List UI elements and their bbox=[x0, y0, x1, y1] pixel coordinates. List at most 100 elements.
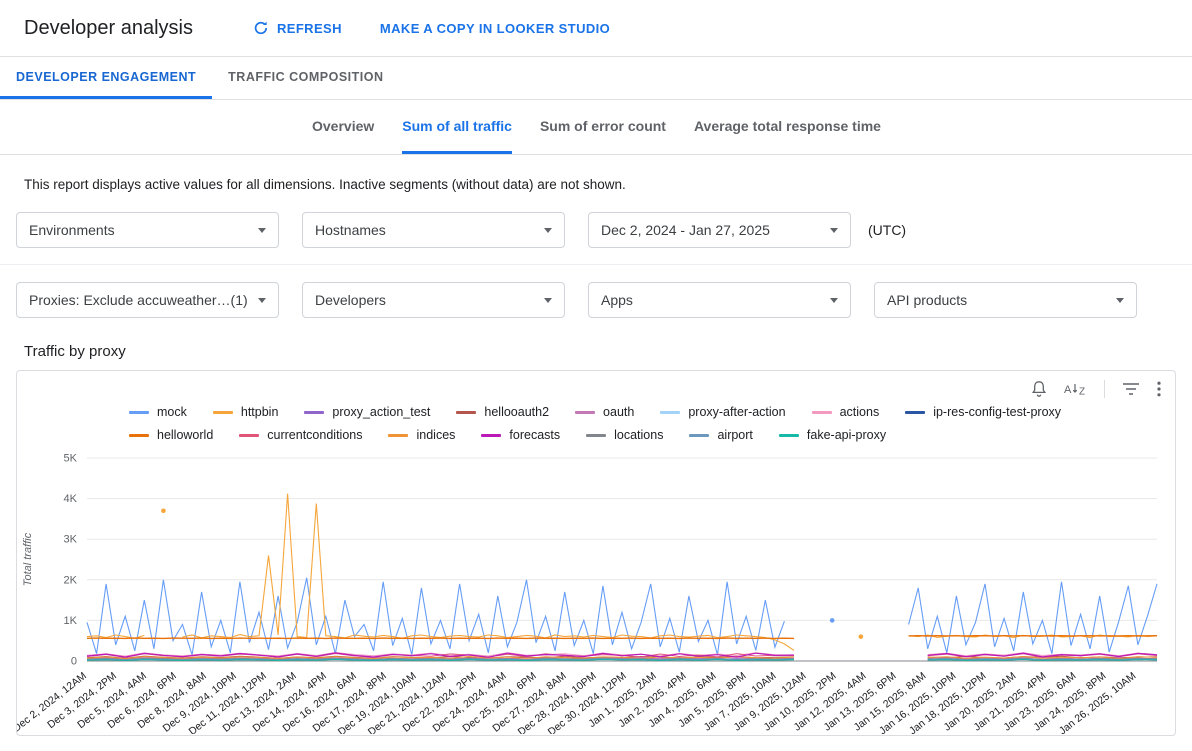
refresh-button[interactable]: REFRESH bbox=[253, 20, 342, 36]
chevron-down-icon bbox=[830, 298, 838, 303]
subtab-overview[interactable]: Overview bbox=[312, 100, 374, 154]
chevron-down-icon bbox=[1116, 298, 1124, 303]
refresh-label: REFRESH bbox=[277, 21, 342, 36]
proxies-dropdown[interactable]: Proxies: Exclude accuweather…(1) bbox=[16, 282, 279, 318]
chevron-down-icon bbox=[258, 228, 266, 233]
legend-label: helloworld bbox=[157, 428, 213, 442]
legend-swatch bbox=[304, 411, 324, 414]
legend-label: airport bbox=[717, 428, 752, 442]
data-point bbox=[161, 508, 166, 513]
legend-swatch bbox=[575, 411, 595, 414]
legend-swatch bbox=[905, 411, 925, 414]
traffic-by-proxy-chart[interactable]: 01K2K3K4K5KTotal trafficDec 2, 2024, 12A… bbox=[17, 444, 1175, 734]
legend-label: actions bbox=[840, 405, 880, 419]
bell-icon[interactable] bbox=[1031, 380, 1047, 398]
page-title: Developer analysis bbox=[24, 17, 193, 40]
filter-row-2: Proxies: Exclude accuweather…(1) Develop… bbox=[0, 265, 1192, 318]
subtab-sum-of-error-count[interactable]: Sum of error count bbox=[540, 100, 666, 154]
series-line-mock bbox=[87, 578, 1157, 655]
api-products-dropdown[interactable]: API products bbox=[874, 282, 1137, 318]
y-tick-label: 3K bbox=[64, 534, 78, 546]
environments-dropdown[interactable]: Environments bbox=[16, 212, 279, 248]
header-actions: REFRESH MAKE A COPY IN LOOKER STUDIO bbox=[253, 20, 610, 36]
refresh-icon bbox=[253, 20, 269, 36]
dropdown-label: Environments bbox=[29, 222, 115, 238]
legend-label: indices bbox=[416, 428, 455, 442]
data-point bbox=[830, 618, 835, 623]
tab-developer-engagement[interactable]: DEVELOPER ENGAGEMENT bbox=[0, 57, 212, 99]
chevron-down-icon bbox=[258, 298, 266, 303]
subtab-average-total-response-time[interactable]: Average total response time bbox=[694, 100, 881, 154]
legend-label: oauth bbox=[603, 405, 634, 419]
legend-label: currentconditions bbox=[267, 428, 362, 442]
data-point bbox=[859, 634, 864, 639]
legend-label: proxy_action_test bbox=[332, 405, 430, 419]
legend-label: proxy-after-action bbox=[688, 405, 785, 419]
legend-item-oauth[interactable]: oauth bbox=[575, 405, 634, 419]
y-tick-label: 4K bbox=[64, 493, 78, 505]
svg-text:Z: Z bbox=[1079, 387, 1085, 398]
y-tick-label: 2K bbox=[64, 574, 78, 586]
legend-swatch bbox=[689, 434, 709, 437]
tab-traffic-composition[interactable]: TRAFFIC COMPOSITION bbox=[212, 57, 417, 99]
dropdown-label: Developers bbox=[315, 292, 386, 308]
more-vert-icon[interactable] bbox=[1157, 381, 1161, 397]
legend-swatch bbox=[456, 411, 476, 414]
sort-az-icon[interactable]: A Z bbox=[1064, 381, 1087, 397]
legend-swatch bbox=[812, 411, 832, 414]
filter-row-1: Environments Hostnames Dec 2, 2024 - Jan… bbox=[0, 192, 1192, 248]
legend-item-currentconditions[interactable]: currentconditions bbox=[239, 428, 362, 442]
svg-text:A: A bbox=[1064, 384, 1072, 396]
legend-item-mock[interactable]: mock bbox=[129, 405, 187, 419]
dropdown-label: Proxies: Exclude accuweather…(1) bbox=[29, 292, 248, 308]
legend-item-actions[interactable]: actions bbox=[812, 405, 880, 419]
legend-swatch bbox=[388, 434, 408, 437]
legend-item-hellooauth2[interactable]: hellooauth2 bbox=[456, 405, 549, 419]
make-copy-link[interactable]: MAKE A COPY IN LOOKER STUDIO bbox=[380, 21, 610, 36]
legend-swatch bbox=[129, 434, 149, 437]
subtab-sum-of-all-traffic[interactable]: Sum of all traffic bbox=[402, 100, 512, 154]
legend-item-proxy_action_test[interactable]: proxy_action_test bbox=[304, 405, 430, 419]
legend-item-forecasts[interactable]: forecasts bbox=[481, 428, 560, 442]
chart-title: Traffic by proxy bbox=[0, 343, 1192, 360]
make-copy-label: MAKE A COPY IN LOOKER STUDIO bbox=[380, 21, 610, 36]
legend-swatch bbox=[779, 434, 799, 437]
dropdown-label: Hostnames bbox=[315, 222, 386, 238]
filter-icon[interactable] bbox=[1122, 382, 1140, 396]
hostnames-dropdown[interactable]: Hostnames bbox=[302, 212, 565, 248]
series-line-httpbin bbox=[87, 494, 1157, 651]
dropdown-label: Apps bbox=[601, 292, 633, 308]
legend-swatch bbox=[660, 411, 680, 414]
legend-swatch bbox=[129, 411, 149, 414]
legend-swatch bbox=[481, 434, 501, 437]
chevron-down-icon bbox=[544, 228, 552, 233]
y-tick-label: 0 bbox=[71, 656, 77, 668]
dropdown-label: Dec 2, 2024 - Jan 27, 2025 bbox=[601, 222, 770, 238]
legend-label: hellooauth2 bbox=[484, 405, 549, 419]
legend-swatch bbox=[239, 434, 259, 437]
legend-item-helloworld[interactable]: helloworld bbox=[129, 428, 213, 442]
legend-item-proxy-after-action[interactable]: proxy-after-action bbox=[660, 405, 785, 419]
dropdown-label: API products bbox=[887, 292, 967, 308]
legend-item-airport[interactable]: airport bbox=[689, 428, 752, 442]
report-notice: This report displays active values for a… bbox=[0, 155, 1192, 192]
apps-dropdown[interactable]: Apps bbox=[588, 282, 851, 318]
legend-label: mock bbox=[157, 405, 187, 419]
legend-item-httpbin[interactable]: httpbin bbox=[213, 405, 279, 419]
legend-item-indices[interactable]: indices bbox=[388, 428, 455, 442]
chart-toolbar: A Z bbox=[1031, 380, 1161, 398]
series-line-fake-api-proxy bbox=[87, 660, 1157, 661]
legend-item-ip-res-config-test-proxy[interactable]: ip-res-config-test-proxy bbox=[905, 405, 1061, 419]
legend-swatch bbox=[213, 411, 233, 414]
legend-label: httpbin bbox=[241, 405, 279, 419]
date-range-dropdown[interactable]: Dec 2, 2024 - Jan 27, 2025 bbox=[588, 212, 851, 248]
app-header: Developer analysis REFRESH MAKE A COPY I… bbox=[0, 0, 1192, 57]
legend-item-fake-api-proxy[interactable]: fake-api-proxy bbox=[779, 428, 886, 442]
metric-tabbar: Overview Sum of all traffic Sum of error… bbox=[0, 100, 1192, 155]
legend-label: fake-api-proxy bbox=[807, 428, 886, 442]
legend-label: locations bbox=[614, 428, 663, 442]
legend-label: ip-res-config-test-proxy bbox=[933, 405, 1061, 419]
developers-dropdown[interactable]: Developers bbox=[302, 282, 565, 318]
primary-tabbar: DEVELOPER ENGAGEMENT TRAFFIC COMPOSITION bbox=[0, 57, 1192, 100]
legend-item-locations[interactable]: locations bbox=[586, 428, 663, 442]
